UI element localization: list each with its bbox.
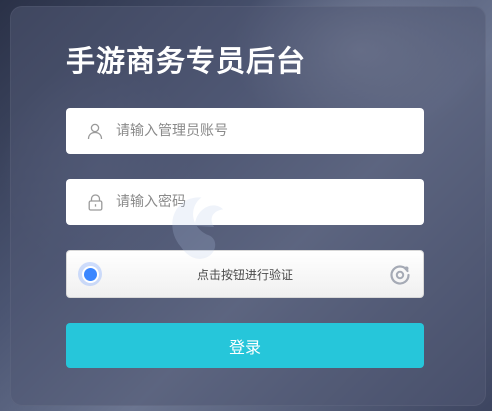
username-input[interactable]	[116, 116, 396, 146]
user-icon	[86, 122, 104, 140]
username-field[interactable]	[66, 108, 424, 154]
password-input[interactable]	[116, 187, 396, 217]
page-title: 手游商务专员后台	[66, 44, 307, 78]
captcha-label: 点击按钮进行验证	[196, 268, 293, 282]
captcha-logo-icon	[390, 265, 410, 285]
password-field[interactable]	[66, 179, 424, 225]
login-button[interactable]: 登录	[66, 323, 424, 368]
captcha-button[interactable]: 点击按钮进行验证	[66, 250, 424, 298]
login-page: 手游商务专员后台 点击按钮进行验证 登录	[0, 0, 492, 411]
lock-icon	[86, 193, 104, 211]
